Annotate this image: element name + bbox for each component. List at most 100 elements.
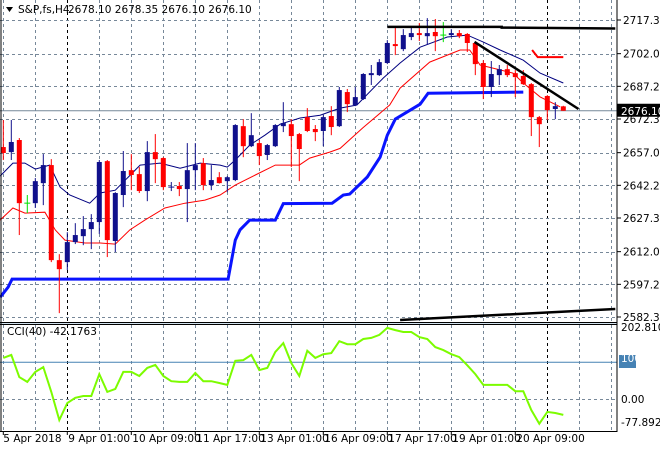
candle bbox=[232, 124, 238, 182]
cci-header: CCI(40) -42.1763 bbox=[7, 326, 97, 338]
candle-body bbox=[184, 170, 190, 190]
candle-body bbox=[72, 235, 78, 243]
time-axis[interactable]: 5 Apr 2018 9 Apr 01:00 10 Apr 09:0011 Apr … bbox=[2, 431, 585, 445]
candle-body bbox=[232, 125, 238, 181]
candle-body bbox=[32, 181, 38, 204]
candle-body bbox=[560, 106, 566, 111]
candle bbox=[560, 105, 566, 111]
candle-body bbox=[192, 165, 198, 171]
cci-label: CCI(40) -42.1763 bbox=[7, 326, 97, 338]
candle-body bbox=[384, 42, 390, 64]
cci-tick-label: 100 bbox=[621, 353, 641, 365]
candle-body bbox=[320, 117, 326, 131]
candle-body bbox=[416, 33, 422, 36]
candle-body bbox=[336, 90, 342, 127]
time-tick-label: 17 Apr 17:00 bbox=[388, 433, 456, 445]
candle-body bbox=[536, 117, 542, 125]
candle-body bbox=[488, 74, 494, 87]
candle-body bbox=[64, 242, 70, 263]
candle-body bbox=[248, 135, 254, 147]
candle-body bbox=[312, 129, 318, 133]
candle-body bbox=[88, 222, 94, 230]
candle-body bbox=[392, 44, 398, 47]
time-tick-label: 10 Apr 09:00 bbox=[132, 433, 200, 445]
candle-body bbox=[432, 31, 438, 37]
candle-body bbox=[256, 143, 262, 157]
candle-body bbox=[344, 92, 350, 105]
candle-body bbox=[400, 35, 406, 50]
candle-body bbox=[144, 152, 150, 192]
candle-body bbox=[264, 145, 270, 155]
candle bbox=[160, 157, 166, 191]
candle bbox=[272, 124, 278, 148]
candle-body bbox=[360, 74, 366, 100]
candle bbox=[384, 40, 390, 65]
candle-body bbox=[216, 177, 222, 184]
candle-body bbox=[472, 42, 478, 65]
candle-body bbox=[56, 260, 62, 270]
candle-body bbox=[40, 165, 46, 184]
price-tick-label: 2717.35 bbox=[623, 15, 660, 27]
time-tick-label: 16 Apr 09:00 bbox=[324, 433, 392, 445]
candle-body bbox=[496, 69, 502, 76]
price-chart[interactable]: 2717.352702.052687.202672.352657.052642.… bbox=[0, 0, 660, 450]
current-price-label: 2676.10 bbox=[621, 106, 660, 118]
price-tick-label: 2597.20 bbox=[623, 279, 660, 291]
price-tick-label: 2702.05 bbox=[623, 49, 660, 61]
candle-body bbox=[520, 75, 526, 85]
candle-body bbox=[304, 117, 310, 131]
candle-body bbox=[240, 126, 246, 147]
candle-body bbox=[480, 63, 486, 87]
candle-body bbox=[528, 84, 534, 118]
candle-body bbox=[176, 185, 182, 190]
price-tick-label: 2642.20 bbox=[623, 180, 660, 192]
candle-body bbox=[296, 134, 302, 150]
candle-body bbox=[136, 174, 142, 192]
candle-body bbox=[112, 193, 118, 241]
candle-body bbox=[352, 97, 358, 106]
candle-body bbox=[512, 73, 518, 78]
candle bbox=[360, 73, 366, 100]
candle-body bbox=[96, 162, 102, 223]
time-tick-label: 13 Apr 01:00 bbox=[260, 433, 328, 445]
candle-body bbox=[464, 33, 470, 43]
candle-body bbox=[328, 116, 334, 128]
cci-tick-label: 202.8109 bbox=[621, 322, 660, 334]
time-tick-label: 20 Apr 09:00 bbox=[516, 433, 584, 445]
candle-body bbox=[504, 69, 510, 76]
candle-body bbox=[448, 33, 454, 36]
price-tick-label: 2627.35 bbox=[623, 213, 660, 225]
time-tick-label: 11 Apr 17:00 bbox=[196, 433, 264, 445]
candle-body bbox=[368, 73, 374, 76]
price-tick-label: 2612.05 bbox=[623, 247, 660, 259]
candle-body bbox=[0, 147, 6, 153]
candle-body bbox=[224, 177, 230, 182]
cci-tick-label: 0.00 bbox=[621, 394, 644, 406]
time-tick-label: 9 Apr 01:00 bbox=[68, 433, 130, 445]
candle-body bbox=[544, 96, 550, 111]
candle-body bbox=[104, 161, 110, 241]
candle-body bbox=[152, 152, 158, 160]
candle-body bbox=[200, 163, 206, 186]
candle-body bbox=[456, 33, 462, 37]
candle bbox=[336, 86, 342, 128]
time-tick-label: 5 Apr 2018 bbox=[3, 433, 61, 445]
candle-body bbox=[408, 33, 414, 38]
candle-body bbox=[128, 170, 134, 175]
price-tick-label: 2657.05 bbox=[623, 148, 660, 160]
price-tick-label: 2687.20 bbox=[623, 81, 660, 93]
candle-body bbox=[16, 140, 22, 204]
candle-body bbox=[80, 229, 86, 237]
ohlc-readout: 2678.10 2678.35 2676.10 2676.10 bbox=[68, 4, 252, 16]
candle-body bbox=[160, 158, 166, 188]
candle-body bbox=[376, 62, 382, 76]
cci-tick-label: -77.8925 bbox=[621, 417, 660, 429]
candle bbox=[48, 159, 54, 263]
candle-body bbox=[424, 33, 430, 37]
chart-header: S&P,fs,H4 2678.10 2678.35 2676.10 2676.1… bbox=[6, 4, 252, 16]
candle-body bbox=[288, 124, 294, 137]
symbol-label: S&P,fs,H4 bbox=[18, 4, 70, 16]
time-tick-label: 19 Apr 01:00 bbox=[452, 433, 520, 445]
candle-body bbox=[280, 123, 286, 127]
candle-body bbox=[208, 180, 214, 186]
